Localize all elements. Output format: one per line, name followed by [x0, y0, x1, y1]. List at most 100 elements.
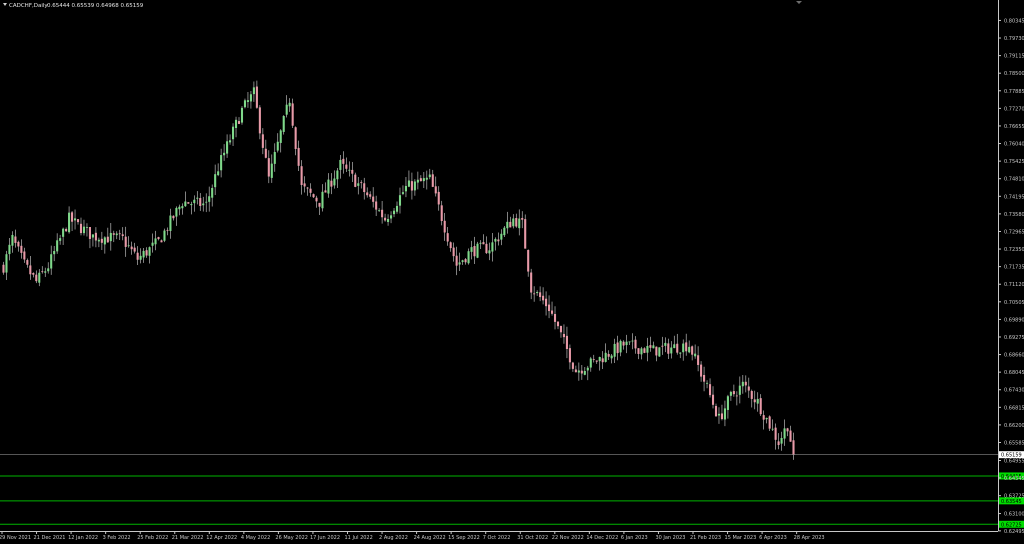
bear-candle: [437, 191, 440, 205]
bear-candle: [452, 247, 455, 257]
price-tick-label: 0.64345: [1004, 476, 1024, 482]
price-tick-label: 0.76655: [1004, 124, 1024, 130]
time-tick-label: 12 Jan 2022: [68, 535, 98, 541]
bull-candle: [741, 381, 744, 387]
bear-candle: [667, 343, 670, 354]
bear-candle: [345, 164, 348, 169]
bear-candle: [312, 194, 315, 198]
bear-candle: [676, 343, 679, 353]
bull-candle: [398, 195, 402, 206]
bull-candle: [50, 254, 53, 269]
bull-candle: [193, 199, 196, 204]
bull-candle: [202, 203, 205, 206]
time-tick-label: 17 Jun 2022: [310, 535, 340, 541]
bear-candle: [735, 395, 738, 397]
time-tick-label: 21 Feb 2023: [690, 535, 721, 541]
bear-candle: [539, 292, 542, 298]
bear-candle: [88, 227, 91, 239]
bear-candle: [732, 391, 735, 395]
bull-candle: [68, 212, 71, 233]
bull-candle: [184, 201, 187, 207]
bull-candle: [348, 169, 351, 171]
bear-candle: [172, 215, 175, 219]
bear-candle: [145, 250, 148, 256]
bear-candle: [700, 364, 703, 377]
bull-candle: [226, 141, 229, 154]
bear-candle: [121, 234, 124, 237]
bear-candle: [595, 360, 598, 362]
price-tick-label: 0.63725: [1004, 494, 1024, 500]
bull-candle: [738, 385, 741, 395]
bull-candle: [205, 201, 208, 203]
bear-candle: [607, 353, 610, 357]
bear-candle: [574, 369, 577, 373]
price-tick-label: 0.67430: [1004, 388, 1024, 394]
price-tick-label: 0.62495: [1004, 529, 1024, 535]
bull-candle: [109, 232, 112, 242]
bear-candle: [524, 219, 527, 249]
bull-candle: [211, 187, 214, 198]
price-tick-label: 0.69890: [1004, 317, 1024, 323]
time-tick-label: 26 May 2022: [275, 535, 308, 541]
bear-candle: [515, 218, 518, 227]
bull-candle: [217, 171, 220, 176]
bear-candle: [786, 428, 789, 432]
bull-candle: [249, 94, 252, 102]
bull-candle: [717, 413, 721, 416]
bear-candle: [473, 246, 476, 257]
bear-candle: [703, 375, 706, 382]
bear-candle: [777, 441, 780, 446]
bear-candle: [643, 348, 646, 353]
bear-candle: [309, 188, 312, 193]
bear-candle: [634, 339, 637, 349]
bull-candle: [631, 340, 634, 342]
bear-candle: [264, 148, 267, 158]
price-tick-label: 0.80345: [1004, 18, 1024, 24]
bear-candle: [521, 217, 524, 220]
bear-candle: [455, 255, 458, 266]
time-tick-label: 6 Jan 2023: [621, 535, 648, 541]
bull-candle: [327, 179, 330, 194]
bear-candle: [559, 325, 563, 333]
time-tick-label: 25 Feb 2022: [137, 535, 168, 541]
bear-candle: [714, 405, 718, 417]
candlestick-chart[interactable]: 0.651590.644150.635450.62725 0.803450.79…: [0, 0, 1024, 544]
bull-candle: [518, 218, 521, 229]
bull-candle: [422, 178, 425, 182]
bear-candle: [330, 180, 333, 187]
bull-candle: [589, 358, 592, 368]
bear-candle: [255, 86, 258, 108]
bull-candle: [82, 226, 86, 234]
bull-candle: [586, 367, 589, 371]
bull-candle: [11, 234, 14, 246]
bull-candle: [673, 344, 676, 349]
bear-candle: [118, 233, 121, 235]
bear-candle: [237, 121, 241, 124]
bear-candle: [20, 245, 23, 253]
price-tick-label: 0.69275: [1004, 335, 1024, 341]
price-tick-label: 0.75425: [1004, 159, 1024, 165]
bear-candle: [130, 246, 133, 250]
bull-candle: [479, 242, 482, 244]
bull-candle: [577, 370, 580, 373]
bull-candle: [598, 356, 601, 362]
bear-candle: [637, 348, 640, 354]
bull-candle: [181, 206, 184, 209]
bear-candle: [112, 233, 115, 235]
bull-candle: [491, 242, 494, 252]
bull-candle: [646, 345, 649, 353]
time-tick-label: 3 Feb 2022: [103, 535, 131, 541]
bull-candle: [765, 417, 768, 420]
bear-candle: [601, 358, 604, 363]
bear-candle: [485, 243, 488, 254]
bull-candle: [610, 355, 613, 359]
bull-candle: [190, 204, 193, 206]
bear-candle: [419, 178, 422, 182]
bear-candle: [527, 250, 530, 272]
bull-candle: [139, 255, 142, 260]
time-tick-label: 7 Oct 2022: [483, 535, 511, 541]
bull-candle: [503, 227, 506, 236]
ohlc-readout: 0.65444 0.65539 0.64968 0.65159: [47, 3, 144, 9]
price-tick-label: 0.68045: [1004, 370, 1024, 376]
bear-candle: [449, 242, 452, 249]
